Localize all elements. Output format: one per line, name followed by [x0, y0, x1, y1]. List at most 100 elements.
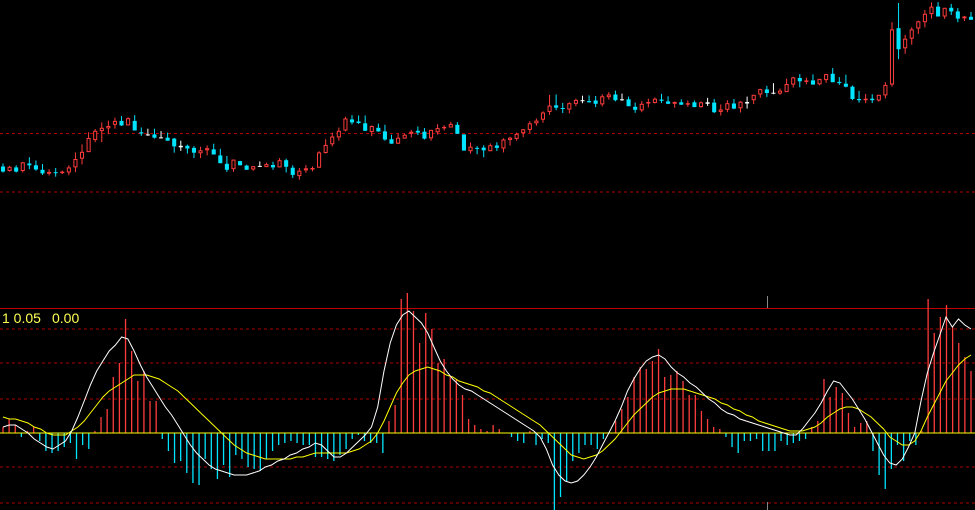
candle-body	[560, 108, 565, 109]
candle-body	[942, 7, 947, 17]
candle-body	[139, 132, 144, 134]
candle-body	[297, 170, 302, 177]
candle-body	[567, 103, 572, 110]
candle-body	[672, 102, 677, 104]
candle-body	[600, 96, 605, 105]
candle-body	[251, 166, 256, 170]
candle-body	[119, 120, 124, 126]
candle-body	[949, 7, 954, 12]
candle-body	[435, 128, 440, 133]
candle-body	[284, 160, 289, 167]
candle-body	[356, 121, 361, 123]
candle-body	[837, 81, 842, 84]
candle-body	[152, 134, 157, 138]
candle-body	[810, 80, 816, 85]
candle-body	[870, 98, 875, 101]
indicator-value-2: 0.00	[52, 310, 80, 326]
candle-body	[303, 168, 308, 171]
candle-body	[916, 21, 921, 29]
candle-body	[889, 29, 895, 85]
candle-body	[198, 150, 203, 154]
candle-body	[264, 164, 269, 168]
candle-body	[626, 99, 631, 107]
candle-body	[40, 169, 45, 174]
candle-body	[178, 145, 183, 148]
candle-body	[468, 146, 473, 152]
candle-body	[554, 105, 559, 108]
candle-body	[501, 139, 506, 149]
candle-body	[165, 137, 170, 141]
candle-body	[317, 152, 322, 168]
candle-body	[619, 99, 625, 101]
candle-body	[725, 103, 730, 110]
candle-body	[323, 144, 328, 153]
candle-body	[777, 90, 783, 94]
candle-body	[514, 133, 519, 139]
candle-body	[922, 13, 927, 23]
candle-body	[475, 147, 480, 149]
candle-body	[968, 16, 974, 20]
candle-body	[639, 103, 644, 111]
candle-body	[804, 80, 809, 82]
candle-body	[593, 100, 598, 104]
candle-body	[652, 98, 657, 103]
candle-body	[448, 123, 453, 128]
candle-body	[824, 74, 829, 81]
candle-body	[679, 102, 684, 105]
candle-body	[857, 99, 862, 101]
candle-body	[508, 137, 513, 141]
candle-body	[962, 16, 967, 19]
candle-body	[224, 163, 229, 170]
candle-body	[185, 145, 190, 149]
candle-body	[745, 102, 750, 104]
candle-body	[53, 172, 58, 174]
candle-body	[376, 127, 381, 132]
candle-body	[277, 160, 282, 168]
candle-body	[382, 131, 387, 140]
indicator-pane	[0, 293, 975, 510]
candle-body	[73, 159, 78, 168]
candle-body	[158, 137, 164, 139]
candle-body	[718, 109, 723, 112]
candle-body	[731, 103, 736, 109]
candle-body	[646, 102, 651, 104]
candle-body	[534, 120, 539, 124]
candle-body	[830, 73, 835, 83]
candle-body	[218, 155, 223, 164]
candle-body	[132, 120, 137, 131]
candle-body	[929, 6, 934, 15]
candle-body	[461, 134, 466, 151]
slow-line	[2, 354, 972, 460]
candle-body	[481, 147, 486, 151]
indicator-value-1: 1 0.05	[2, 310, 41, 326]
candle-body	[850, 86, 855, 99]
candle-body	[587, 101, 592, 103]
candle-body	[771, 92, 776, 94]
candle-body	[698, 102, 704, 108]
candle-body	[14, 167, 19, 172]
candle-body	[521, 129, 526, 134]
candle-body	[784, 84, 789, 93]
candle-body	[369, 126, 374, 132]
candle-body	[7, 166, 12, 172]
candle-body	[692, 102, 697, 108]
candle-body	[205, 148, 210, 151]
candle-body	[66, 167, 71, 173]
candle-body	[863, 98, 868, 101]
candle-body	[540, 112, 546, 120]
candle-body	[428, 129, 434, 139]
candle-body	[349, 119, 355, 123]
candle-body	[936, 6, 941, 17]
candle-body	[86, 138, 91, 153]
candle-body	[172, 138, 177, 147]
candle-body	[758, 89, 763, 95]
candle-body	[903, 38, 908, 49]
candle-body	[93, 130, 98, 141]
candle-body	[20, 162, 25, 172]
candle-body	[231, 159, 236, 170]
candle-body	[573, 99, 578, 104]
candle-body	[712, 102, 717, 113]
candle-body	[455, 124, 460, 134]
candle-body	[791, 77, 796, 85]
stock-chart	[0, 2, 975, 510]
